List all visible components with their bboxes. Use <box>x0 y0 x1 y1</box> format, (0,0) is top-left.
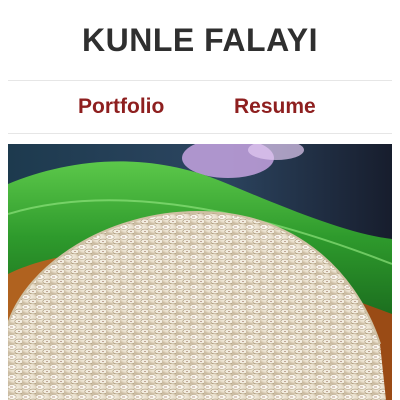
nav-divider-bottom <box>8 133 392 134</box>
nav-link-portfolio[interactable]: Portfolio <box>78 93 164 121</box>
hero-rice-photo <box>8 144 392 400</box>
page: KUNLE FALAYI Portfolio Resume <box>0 0 400 400</box>
site-title: KUNLE FALAYI <box>82 22 318 58</box>
hero-image <box>8 144 392 400</box>
main-nav: Portfolio Resume <box>0 81 400 133</box>
nav-link-resume[interactable]: Resume <box>234 93 316 121</box>
